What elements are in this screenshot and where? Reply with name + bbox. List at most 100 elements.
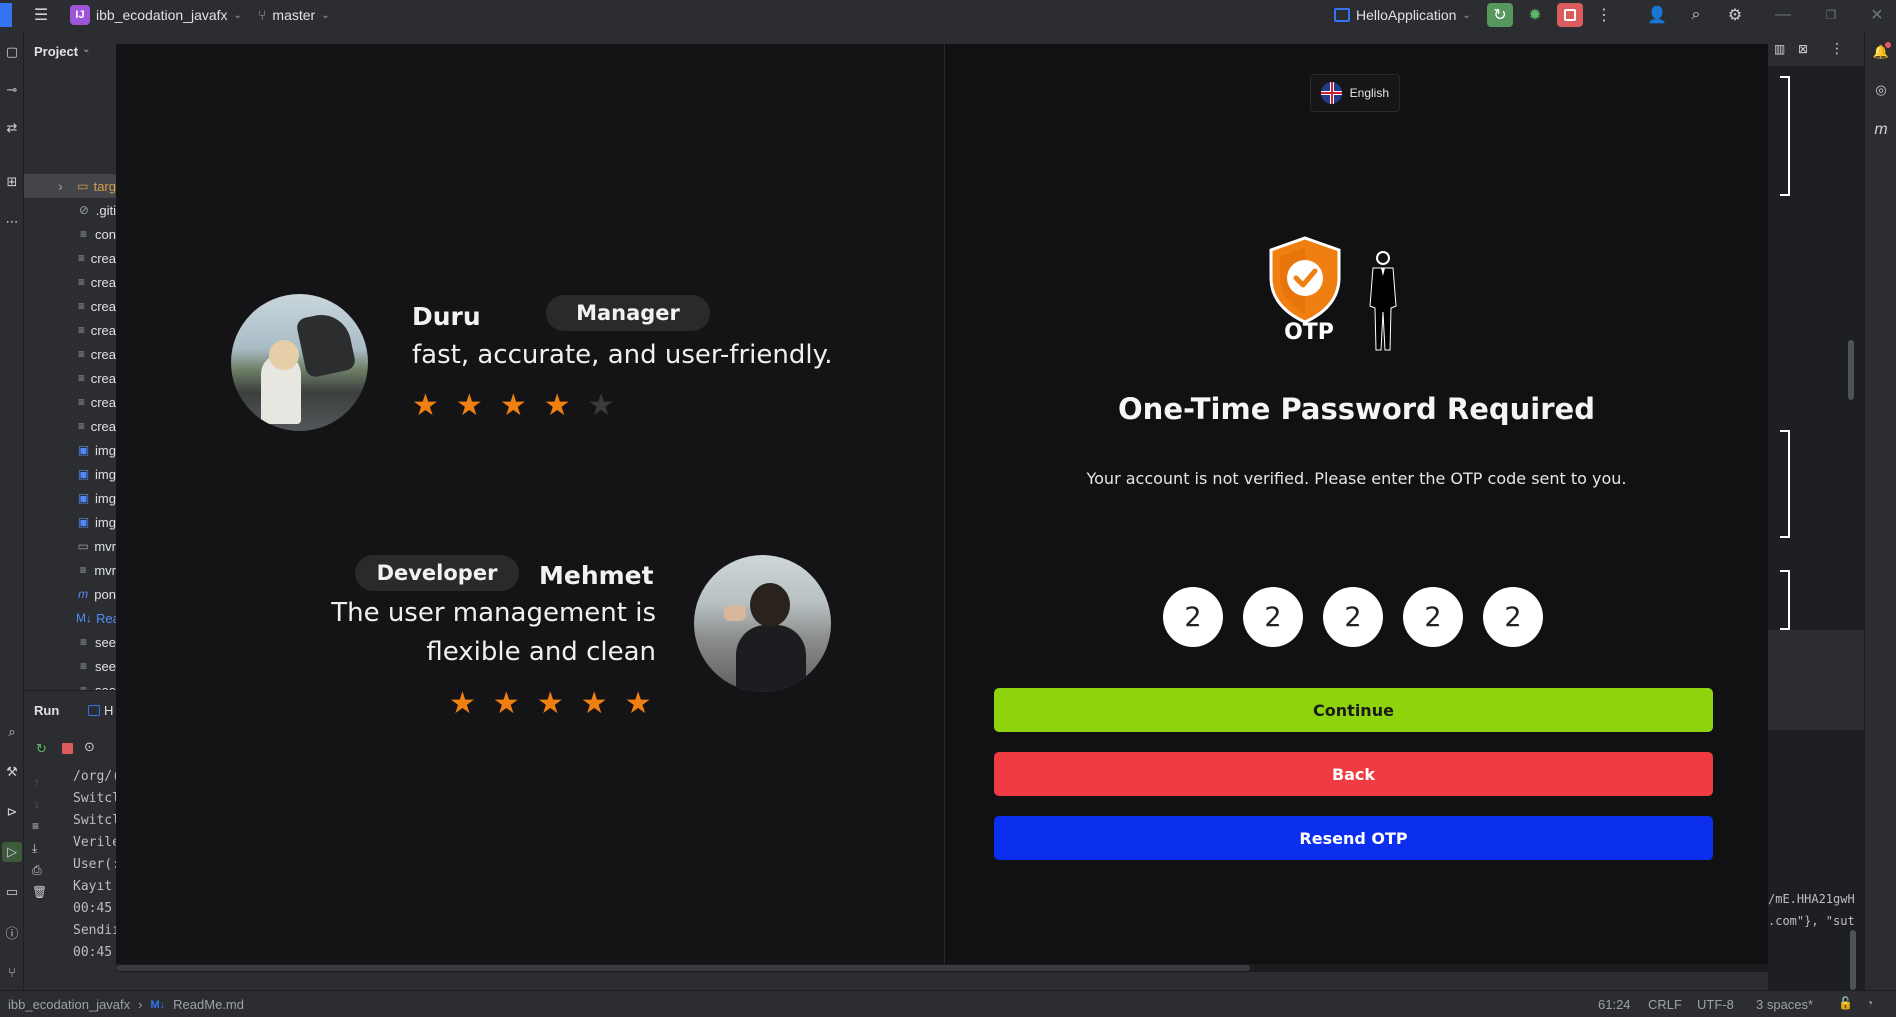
add-user-icon[interactable]: 👤 xyxy=(1644,3,1670,27)
run-tool-icon[interactable]: ▷ xyxy=(2,842,22,862)
print-icon[interactable]: ⎙ xyxy=(32,863,42,878)
project-tool-icon[interactable]: ▢ xyxy=(2,42,22,62)
ignore-icon: ⊘ xyxy=(78,203,89,217)
tree-item[interactable]: ⊘ .giti xyxy=(24,198,116,222)
stop-button[interactable] xyxy=(1557,3,1583,27)
project-panel-header[interactable]: Project ⌄ xyxy=(34,44,90,59)
tree-item[interactable]: ≡ mvr xyxy=(24,558,116,582)
chevron-down-icon: ⌄ xyxy=(82,44,91,55)
tree-item[interactable]: ≡ crea xyxy=(24,414,116,438)
commit-icon[interactable]: ⊸ xyxy=(2,80,22,100)
otp-digit-input[interactable]: 2 xyxy=(1163,587,1223,647)
more-actions-icon[interactable]: ⋮ xyxy=(1591,3,1617,27)
tree-item[interactable]: ▣ img xyxy=(24,462,116,486)
continue-button[interactable]: Continue xyxy=(994,688,1713,732)
inspections-icon[interactable]: ◔ xyxy=(1866,996,1873,1010)
project-switcher[interactable]: IJ ibb_ecodation_javafx ⌄ xyxy=(70,0,242,30)
console-line: 00:45 xyxy=(73,901,113,916)
tree-item[interactable]: ≡ crea xyxy=(24,246,116,270)
services-icon[interactable]: ⊳ xyxy=(2,802,22,822)
tree-item[interactable]: ≡ con xyxy=(24,222,116,246)
git-icon[interactable]: ⑂ xyxy=(2,962,22,982)
run-panel-title[interactable]: Run xyxy=(34,703,59,718)
search-tool-icon[interactable]: ⌕ xyxy=(2,722,22,742)
problems-icon[interactable]: ⓘ xyxy=(2,922,22,942)
file-encoding[interactable]: UTF-8 xyxy=(1697,997,1734,1012)
scroll-up-icon[interactable]: ↑ xyxy=(34,775,40,789)
image-icon: ▣ xyxy=(77,443,90,457)
tree-item[interactable]: ≡ crea xyxy=(24,318,116,342)
scroll-down-icon[interactable]: ↓ xyxy=(34,797,40,811)
chevron-down-icon: ⌄ xyxy=(321,9,330,21)
ai-assistant-icon[interactable]: ◎ xyxy=(1871,80,1891,100)
scrollbar-thumb[interactable] xyxy=(1848,340,1854,400)
scroll-end-icon[interactable]: ⤓ xyxy=(32,841,37,856)
tree-item[interactable]: ≡ see xyxy=(24,678,116,691)
tree-item[interactable]: M↓ Rea xyxy=(24,606,116,630)
star-empty-icon: ★ xyxy=(587,389,615,422)
resend-otp-button[interactable]: Resend OTP xyxy=(994,816,1713,860)
camera-icon[interactable]: ⊙ xyxy=(84,739,95,755)
tree-item[interactable]: ▣ img xyxy=(24,486,116,510)
pull-request-icon[interactable]: ⇄ xyxy=(2,118,22,138)
tree-item[interactable]: ≡ crea xyxy=(24,342,116,366)
rerun-icon[interactable]: ↻ xyxy=(36,741,47,757)
preview-icon[interactable]: ⊠ xyxy=(1798,42,1808,56)
tree-item[interactable]: ≡ crea xyxy=(24,294,116,318)
breadcrumb: ibb_ecodation_javafx › M↓ ReadMe.md xyxy=(8,997,244,1012)
search-icon[interactable]: ⌕ xyxy=(1683,3,1709,27)
file-icon: ≡ xyxy=(80,659,88,673)
close-icon[interactable]: ✕ xyxy=(1864,3,1890,27)
minimize-icon[interactable]: — xyxy=(1770,3,1796,27)
page-title: One-Time Password Required xyxy=(1118,392,1595,426)
tree-item[interactable]: ≡ crea xyxy=(24,390,116,414)
indent-setting[interactable]: 3 spaces* xyxy=(1756,997,1813,1012)
branch-switcher[interactable]: ⑂ master ⌄ xyxy=(258,0,330,30)
breadcrumb-project[interactable]: ibb_ecodation_javafx xyxy=(8,997,130,1012)
build-icon[interactable]: ⚒ xyxy=(2,762,22,782)
debug-icon[interactable]: ✹ xyxy=(1522,3,1548,27)
restore-icon[interactable]: ❐ xyxy=(1818,3,1844,27)
soft-wrap-icon[interactable]: ≡ xyxy=(32,819,39,833)
tree-item[interactable]: ▭ targ › xyxy=(24,174,116,198)
lock-icon[interactable]: 🔓 xyxy=(1838,996,1853,1010)
avatar-mehmet xyxy=(694,555,831,692)
terminal-icon[interactable]: ▭ xyxy=(2,882,22,902)
tree-item-label: crea xyxy=(90,298,116,314)
run-config-selector[interactable]: HelloApplication ⌄ xyxy=(1334,0,1471,30)
otp-digit-input[interactable]: 2 xyxy=(1243,587,1303,647)
rerun-icon[interactable]: ↻ xyxy=(1487,3,1513,27)
trash-icon[interactable]: 🗑 xyxy=(32,885,47,899)
reader-mode-icon[interactable]: ▥ xyxy=(1774,42,1785,56)
avatar-figure xyxy=(736,625,806,692)
back-button[interactable]: Back xyxy=(994,752,1713,796)
otp-digit-input[interactable]: 2 xyxy=(1483,587,1543,647)
maven-icon[interactable]: m xyxy=(1871,120,1891,140)
cursor-position[interactable]: 61:24 xyxy=(1598,997,1631,1012)
tree-item[interactable]: ≡ crea xyxy=(24,270,116,294)
tree-item[interactable]: ▭ mvr xyxy=(24,534,116,558)
breadcrumb-file[interactable]: ReadMe.md xyxy=(173,997,244,1012)
tree-item[interactable]: ≡ see xyxy=(24,654,116,678)
otp-digit-input[interactable]: 2 xyxy=(1323,587,1383,647)
testimonials-panel: Duru Manager fast, accurate, and user-fr… xyxy=(116,44,945,972)
stop-icon[interactable] xyxy=(62,743,73,754)
tree-item[interactable]: ≡ crea xyxy=(24,366,116,390)
tree-item[interactable]: m pon xyxy=(24,582,116,606)
tree-item[interactable]: ≡ see xyxy=(24,630,116,654)
structure-icon[interactable]: ⊞ xyxy=(2,172,22,192)
more-icon[interactable]: ⋮ xyxy=(1830,40,1844,57)
line-separator[interactable]: CRLF xyxy=(1648,997,1682,1012)
more-tools-icon[interactable]: ⋯ xyxy=(2,212,22,232)
tree-item[interactable]: ▣ img xyxy=(24,438,116,462)
language-selector[interactable]: English xyxy=(1310,74,1400,112)
file-icon: ≡ xyxy=(80,227,88,241)
app-scrollbar-thumb[interactable] xyxy=(116,965,1250,971)
scrollbar-thumb[interactable] xyxy=(1850,930,1856,990)
run-tab[interactable]: H xyxy=(88,703,113,718)
otp-digit-input[interactable]: 2 xyxy=(1403,587,1463,647)
chevron-right-icon[interactable]: › xyxy=(58,178,63,194)
settings-gear-icon[interactable]: ⚙ xyxy=(1722,3,1748,27)
tree-item[interactable]: ▣ img xyxy=(24,510,116,534)
main-menu-icon[interactable]: ☰ xyxy=(28,3,54,27)
